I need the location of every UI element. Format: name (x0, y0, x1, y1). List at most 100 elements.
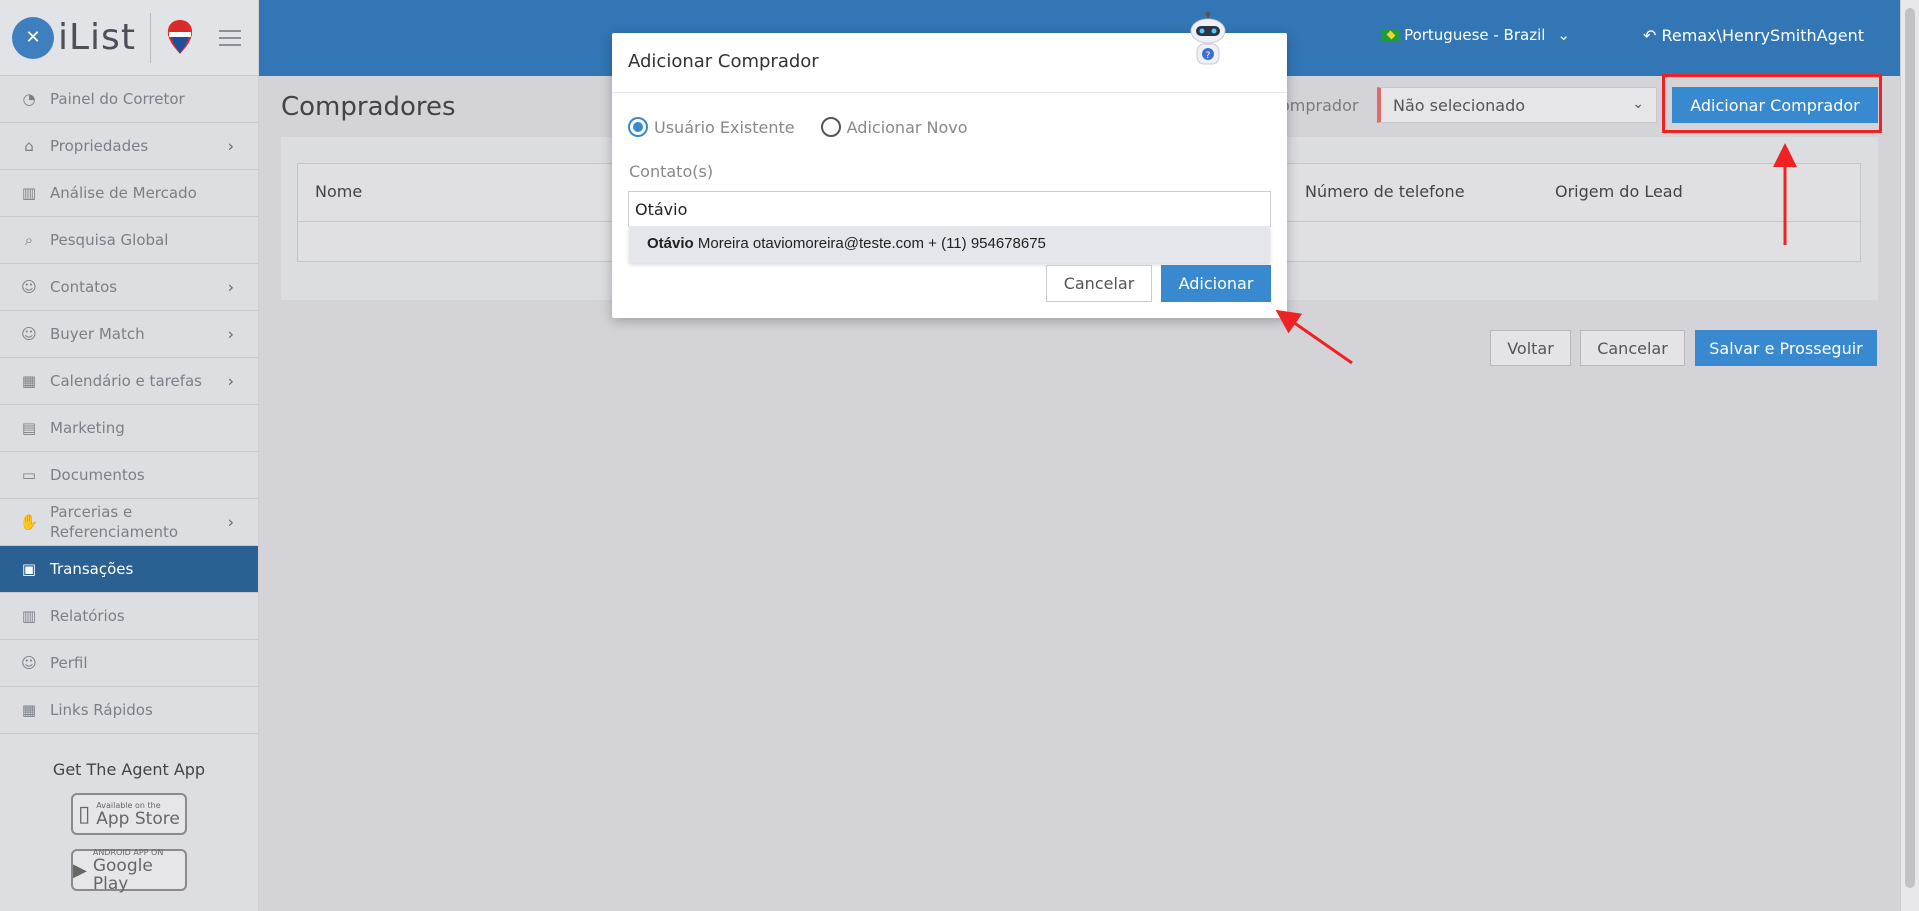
scrollbar[interactable] (1900, 0, 1919, 911)
comprador-select[interactable]: Não selecionado ⌄ (1377, 87, 1657, 123)
sidebar-item-label: Painel do Corretor (50, 90, 185, 108)
menu-toggle-icon[interactable] (218, 29, 241, 46)
modal-cancel-button[interactable]: Cancelar (1046, 265, 1152, 302)
sidebar: ✕ iList ◔ Painel do Corretor ⌂ Propriedades… (0, 0, 259, 911)
store-icon: ▦ (21, 701, 37, 719)
back-button[interactable]: Voltar (1490, 330, 1571, 366)
comprador-select-value: Não selecionado (1393, 96, 1526, 115)
sidebar-header: ✕ iList (0, 0, 258, 76)
play-icon: ▶ (73, 859, 87, 881)
radio-existing-user[interactable]: Usuário Existente (628, 117, 795, 137)
language-label: Portuguese - Brazil (1404, 26, 1546, 44)
radio-new-label: Adicionar Novo (846, 117, 968, 137)
chevron-right-icon: › (227, 371, 234, 391)
save-continue-button[interactable]: Salvar e Prosseguir (1695, 330, 1877, 366)
suggestion-details: Moreira otaviomoreira@teste.com + (11) 9… (693, 235, 1046, 252)
logo-divider (149, 12, 151, 63)
sidebar-item-transa-es[interactable]: ▣ Transações (0, 546, 258, 593)
handshake-icon: ✋ (19, 513, 39, 531)
language-selector[interactable]: Portuguese - Brazil ⌄ (1382, 26, 1570, 44)
header-nome[interactable]: Nome (315, 182, 362, 201)
folder-icon: ▭ (21, 466, 37, 484)
app-logo-text[interactable]: iList (58, 17, 136, 58)
sidebar-menu: ◔ Painel do Corretor ⌂ Propriedades › ▥ Anális… (0, 76, 258, 734)
google-play-button[interactable]: ▶ ANDROID APP ON Google Play (71, 848, 187, 894)
sidebar-item-calend-rio-e-tarefas[interactable]: ▦ Calendário e tarefas › (0, 358, 258, 405)
app-store-button[interactable]: ▯ Available on the App Store (71, 793, 187, 835)
page-title: Compradores (281, 92, 456, 122)
sidebar-item-label: Documentos (50, 466, 145, 484)
scrollbar-thumb[interactable] (1905, 8, 1915, 888)
sidebar-item-propriedades[interactable]: ⌂ Propriedades › (0, 123, 258, 170)
cancel-button[interactable]: Cancelar (1580, 330, 1685, 366)
user-menu[interactable]: ↶ Remax\HenrySmithAgent (1643, 26, 1864, 45)
app-store-big: App Store (96, 808, 180, 829)
brazil-flag-icon (1382, 29, 1401, 41)
sidebar-item-documentos[interactable]: ▭ Documentos (0, 452, 258, 499)
sidebar-item-label: Transações (50, 560, 134, 578)
contacts-icon: ☺ (21, 278, 37, 296)
book-icon: ▤ (21, 419, 37, 437)
user-name: Remax\HenrySmithAgent (1661, 26, 1864, 45)
suggestion-match: Otávio (647, 235, 694, 252)
home-icon: ⌂ (24, 137, 34, 155)
sidebar-item-label: Marketing (50, 419, 125, 437)
bar-chart-icon: ▥ (21, 184, 37, 202)
sidebar-item-painel-do-corretor[interactable]: ◔ Painel do Corretor (0, 76, 258, 123)
robot-assistant-icon[interactable]: ? (1182, 11, 1234, 71)
sidebar-item-label: Relatórios (50, 607, 125, 625)
chevron-down-icon: ⌄ (1632, 96, 1644, 112)
add-buyer-modal: Adicionar Comprador ? Usuário Existente … (612, 11, 1287, 318)
sidebar-item-label: Análise de Mercado (50, 184, 197, 202)
chevron-right-icon: › (227, 136, 234, 156)
contact-suggestion-item[interactable]: Otávio Moreira otaviomoreira@teste.com +… (629, 226, 1270, 263)
sidebar-item-label: Contatos (50, 278, 118, 296)
sidebar-item-contatos[interactable]: ☺ Contatos › (0, 264, 258, 311)
comprador-label: omprador (1280, 96, 1359, 115)
chevron-down-icon: ⌄ (1557, 26, 1570, 44)
radio-checked-icon[interactable] (628, 117, 648, 137)
briefcase-icon: ▣ (21, 560, 37, 578)
contact-label: Contato(s) (629, 162, 714, 181)
chevron-right-icon: › (227, 324, 234, 344)
dashboard-icon: ◔ (22, 90, 36, 108)
sidebar-item-label: Buyer Match (50, 325, 145, 343)
sidebar-item-label: Pesquisa Global (50, 231, 169, 249)
sidebar-item-buyer-match[interactable]: ☺ Buyer Match › (0, 311, 258, 358)
svg-text:?: ? (1206, 51, 1211, 61)
remax-balloon-icon (167, 19, 193, 54)
radio-add-new[interactable]: Adicionar Novo (820, 117, 968, 137)
user-icon: ☺ (21, 325, 37, 343)
sidebar-item-marketing[interactable]: ▤ Marketing (0, 405, 258, 452)
sidebar-item-relat-rios[interactable]: ▥ Relatórios (0, 593, 258, 640)
radio-existing-label: Usuário Existente (654, 117, 795, 137)
sidebar-item-parcerias-e-referenciamento[interactable]: ✋ Parcerias e Referenciamento › (0, 499, 258, 546)
get-app-label: Get The Agent App (52, 760, 206, 779)
sidebar-item-label: Perfil (50, 654, 88, 672)
chevron-right-icon: › (227, 277, 234, 297)
sidebar-item-links-r-pidos[interactable]: ▦ Links Rápidos (0, 687, 258, 734)
add-buyer-button[interactable]: Adicionar Comprador (1672, 87, 1878, 123)
modal-add-button[interactable]: Adicionar (1161, 265, 1271, 302)
sidebar-item-label: Parcerias e Referenciamento (50, 503, 179, 541)
ilist-logo-icon[interactable]: ✕ (12, 16, 54, 59)
bar-chart-icon: ▥ (21, 607, 37, 625)
phone-icon: ▯ (78, 801, 91, 827)
reply-icon: ↶ (1642, 26, 1657, 45)
sidebar-item-perfil[interactable]: ☺ Perfil (0, 640, 258, 687)
google-play-big: Google Play (92, 855, 153, 894)
sidebar-item-label: Propriedades (50, 137, 149, 155)
header-origem[interactable]: Origem do Lead (1555, 182, 1683, 201)
sidebar-item-pesquisa-global[interactable]: ⌕ Pesquisa Global (0, 217, 258, 264)
radio-unchecked-icon[interactable] (820, 117, 841, 137)
sidebar-item-label: Calendário e tarefas (50, 372, 202, 390)
buyer-type-radios: Usuário Existente Adicionar Novo (628, 117, 968, 137)
sidebar-item-label: Links Rápidos (50, 701, 153, 719)
calendar-icon: ▦ (21, 372, 37, 390)
user-icon: ☺ (21, 654, 37, 672)
arrow-to-modal-add (1275, 309, 1353, 365)
header-telefone[interactable]: Número de telefone (1305, 182, 1465, 201)
contact-search-input[interactable] (628, 191, 1271, 227)
sidebar-item-an-lise-de-mercado[interactable]: ▥ Análise de Mercado (0, 170, 258, 217)
chevron-right-icon: › (227, 512, 234, 532)
